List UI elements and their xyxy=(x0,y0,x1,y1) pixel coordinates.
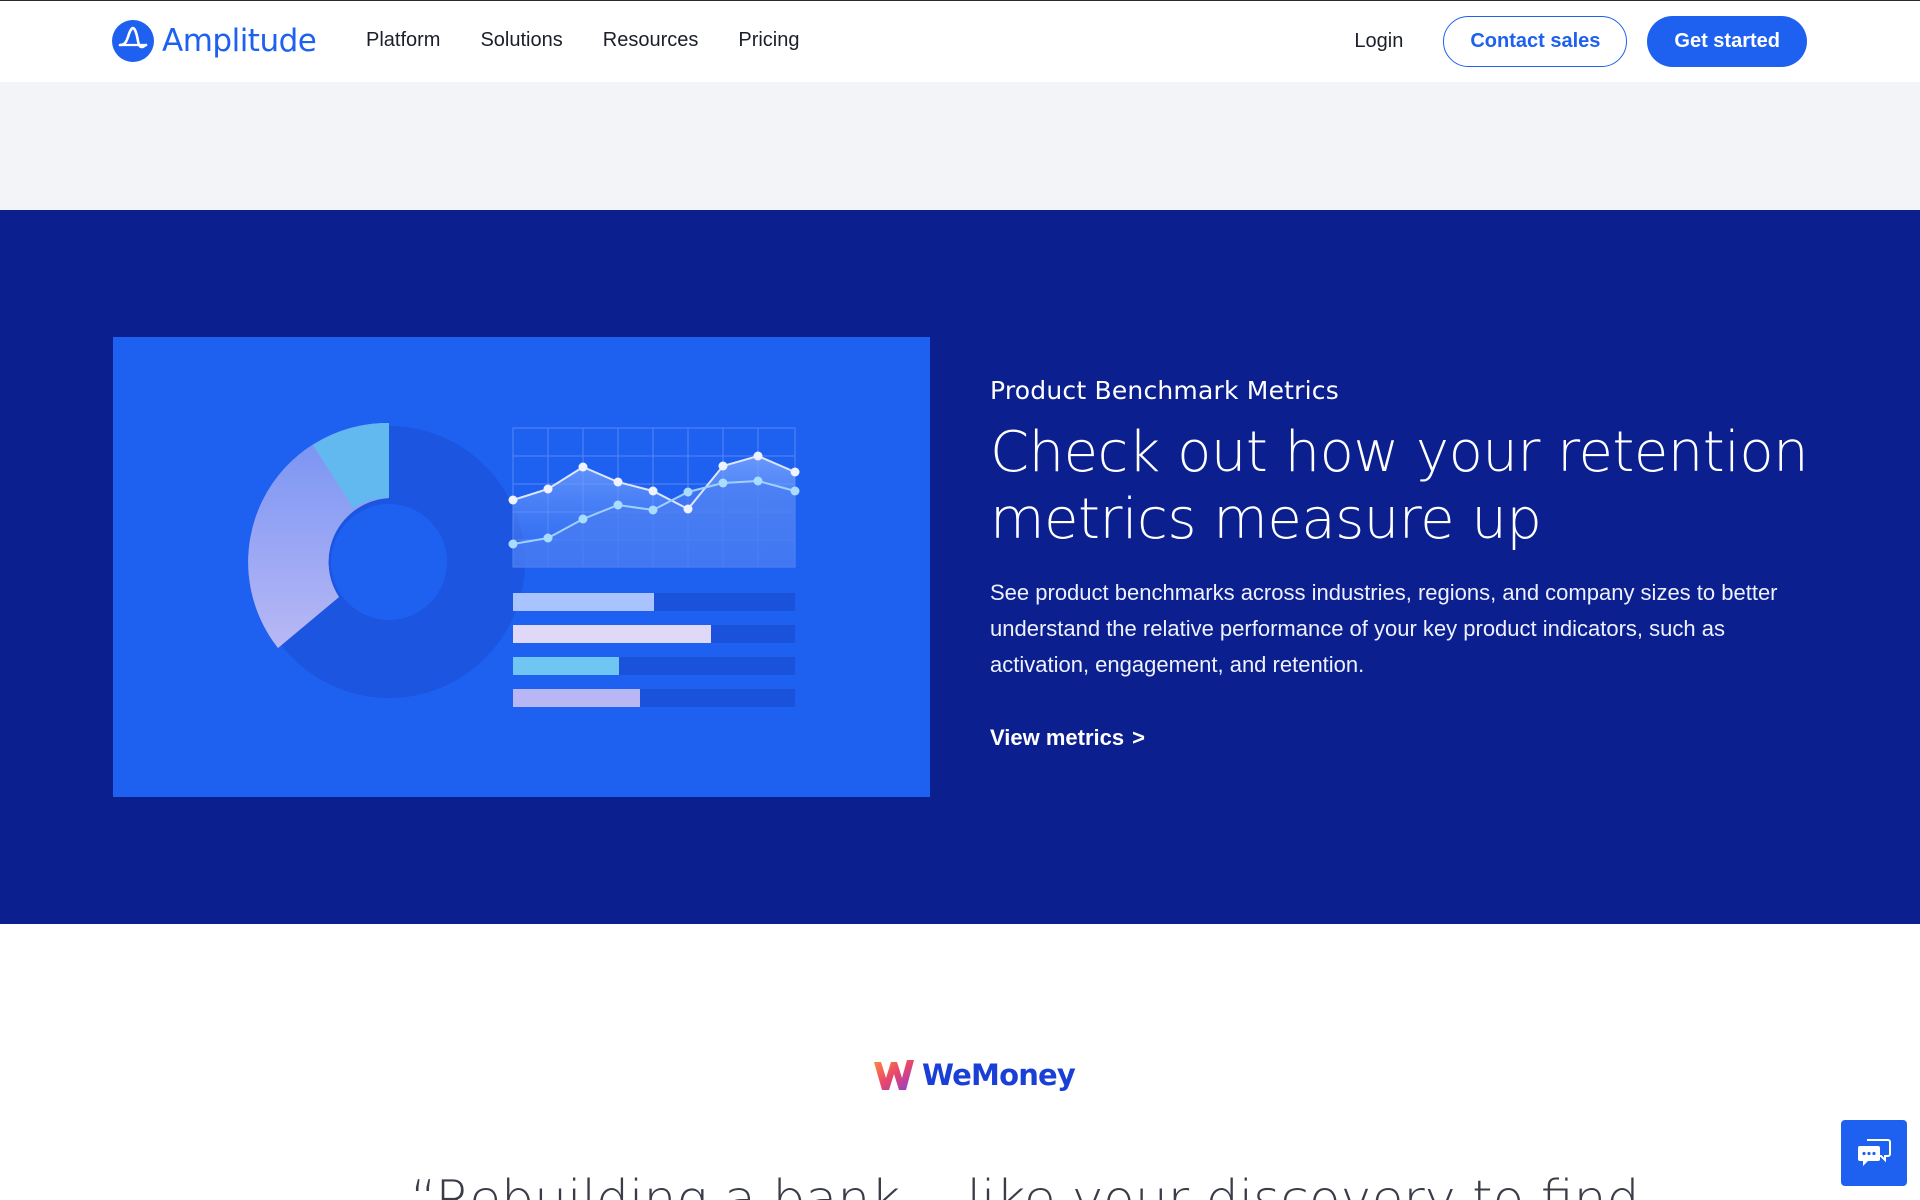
nav-platform[interactable]: Platform xyxy=(366,29,440,52)
view-metrics-label: View metrics xyxy=(990,725,1125,750)
chat-launcher-button[interactable] xyxy=(1841,1120,1907,1186)
login-link[interactable]: Login xyxy=(1354,30,1403,53)
nav-actions: Login Contact sales Get started xyxy=(1354,16,1807,67)
amplitude-logo-icon xyxy=(112,20,154,62)
nav-pricing[interactable]: Pricing xyxy=(738,29,799,52)
wemoney-wordmark: WeMoney xyxy=(922,1058,1076,1092)
section-headline: Check out how your retention metrics mea… xyxy=(990,420,1809,552)
grey-band xyxy=(0,82,1920,210)
benchmark-section: Product Benchmark Metrics Check out how … xyxy=(0,210,1920,924)
benchmark-illustration xyxy=(113,337,930,797)
section-eyebrow: Product Benchmark Metrics xyxy=(990,376,1339,405)
top-nav: Amplitude Platform Solutions Resources P… xyxy=(0,0,1920,82)
section-description: See product benchmarks across industries… xyxy=(990,580,1778,677)
nav-solutions[interactable]: Solutions xyxy=(480,29,562,52)
wemoney-logo: WeMoney xyxy=(872,1056,1076,1094)
contact-sales-button[interactable]: Contact sales xyxy=(1443,16,1628,67)
primary-nav: Platform Solutions Resources Pricing xyxy=(366,29,840,52)
customer-quote: “Rebuilding a bank... like your discover… xyxy=(410,1170,1706,1200)
brand-name: Amplitude xyxy=(162,23,317,59)
wemoney-w-icon xyxy=(874,1060,914,1090)
chevron-right-icon: > xyxy=(1132,725,1145,750)
view-metrics-link[interactable]: View metrics > xyxy=(990,725,1145,751)
chat-bubbles-icon xyxy=(1858,1139,1891,1166)
get-started-button[interactable]: Get started xyxy=(1647,16,1807,67)
nav-resources[interactable]: Resources xyxy=(603,29,699,52)
amplitude-logo[interactable]: Amplitude xyxy=(112,20,317,62)
dashboard-illustration-graphic xyxy=(248,422,800,707)
benchmark-copy: Product Benchmark Metrics Check out how … xyxy=(990,376,1820,751)
